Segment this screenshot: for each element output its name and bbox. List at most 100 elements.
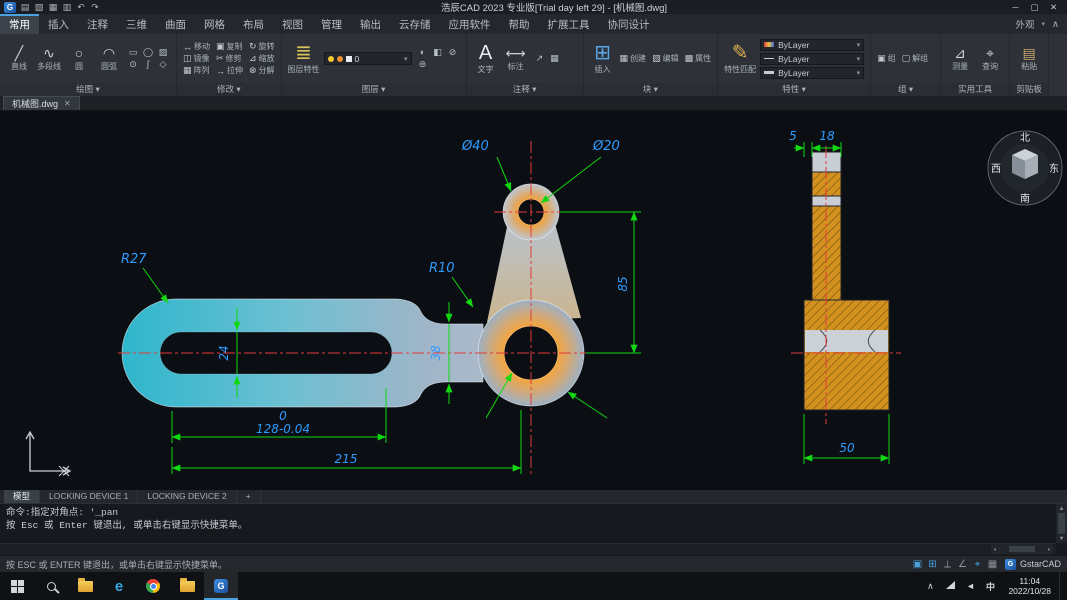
tool-rectangle[interactable]: ▭ — [126, 47, 140, 58]
plot-icon[interactable]: ▥ — [60, 0, 74, 14]
ribbon-tab-11[interactable]: 云存储 — [390, 14, 440, 34]
close-icon[interactable]: ✕ — [64, 99, 71, 108]
maximize-button[interactable]: ▢ — [1025, 0, 1044, 14]
tool-point[interactable]: ⊙ — [126, 59, 140, 70]
tool-table[interactable]: ▦ — [548, 53, 562, 64]
volume-icon[interactable]: ◄ — [960, 581, 980, 591]
tool-layer-match[interactable]: ⊜ — [416, 59, 430, 70]
command-line-window[interactable]: 命令:指定对角点: '_pan 按 Esc 或 Enter 键退出, 或单击右键… — [0, 503, 1067, 555]
document-tab[interactable]: 机械图.dwg ✕ — [3, 96, 80, 110]
command-vertical-scrollbar[interactable]: ▲ ▼ — [1056, 504, 1067, 543]
taskbar-folder[interactable] — [170, 572, 204, 600]
drawing-area[interactable]: 24 38 85 0 128-0.04 215 R27 R10 Ø40 Ø20 … — [0, 111, 1067, 490]
tool-group[interactable]: ▣ 组 — [877, 53, 896, 64]
search-button[interactable] — [34, 572, 68, 600]
compass-west[interactable]: 西 — [991, 164, 1001, 175]
network-icon[interactable] — [940, 581, 960, 591]
command-history[interactable]: 命令:指定对角点: '_pan 按 Esc 或 Enter 键退出, 或单击右键… — [0, 504, 1067, 534]
scroll-up-icon[interactable]: ▲ — [1060, 505, 1064, 512]
new-icon[interactable]: ▤ — [18, 0, 32, 14]
tool-arc[interactable]: ◠ 圆弧 — [96, 45, 122, 72]
property-select-linetype[interactable]: ByLayer ▾ — [760, 52, 865, 65]
polar-icon[interactable]: ∠ — [955, 559, 970, 570]
ribbon-tab-13[interactable]: 帮助 — [500, 14, 539, 34]
tool-copy[interactable]: ▣ 复制 — [216, 41, 243, 52]
tool-inquiry[interactable]: ⌖ 查询 — [977, 45, 1003, 72]
command-horizontal-scrollbar[interactable]: ◂ ▸ — [991, 544, 1053, 554]
tool-layer-properties[interactable]: ≣ 图层特性 — [288, 42, 320, 75]
taskbar-file-explorer[interactable] — [68, 572, 102, 600]
taskbar-edge[interactable]: e — [102, 572, 136, 600]
ribbon-tab-6[interactable]: 网格 — [195, 14, 234, 34]
panel-footer-modify[interactable]: 修改 ▾ — [177, 83, 281, 96]
app-logo[interactable]: G — [4, 1, 16, 13]
ribbon-tab-12[interactable]: 应用软件 — [440, 14, 500, 34]
layout-tab-2[interactable]: LOCKING DEVICE 2 — [138, 490, 237, 503]
tool-explode[interactable]: ⊗ 分解 — [249, 65, 275, 76]
save-icon[interactable]: ▦ — [46, 0, 60, 14]
ribbon-tab-7[interactable]: 布局 — [234, 14, 273, 34]
start-button[interactable] — [0, 572, 34, 600]
scroll-right-icon[interactable]: ▸ — [1047, 546, 1051, 553]
tool-hatch[interactable]: ▨ — [156, 47, 170, 58]
tool-polyline[interactable]: ∿ 多段线 — [36, 45, 62, 72]
tool-leader[interactable]: ↗ — [533, 53, 547, 64]
taskbar-chrome[interactable] — [136, 572, 170, 600]
tool-dimension[interactable]: ⟷ 标注 — [503, 45, 529, 72]
tool-block-attributes[interactable]: ▩ 属性 — [685, 53, 712, 64]
front-view-part[interactable] — [121, 183, 585, 408]
ribbon-tab-14[interactable]: 扩展工具 — [539, 14, 599, 34]
drawing-canvas[interactable]: 24 38 85 0 128-0.04 215 R27 R10 Ø40 Ø20 … — [0, 111, 1067, 490]
taskbar-clock[interactable]: 11:04 2022/10/28 — [1000, 576, 1059, 596]
scrollbar-thumb-h[interactable] — [1009, 546, 1035, 552]
new-layout-tab[interactable]: + — [237, 490, 261, 503]
tool-spline[interactable]: ∫ — [141, 59, 155, 70]
tool-match-properties[interactable]: ✎ 特性匹配 — [724, 42, 756, 75]
ribbon-tab-15[interactable]: 协同设计 — [599, 14, 659, 34]
open-icon[interactable]: ▨ — [32, 0, 46, 14]
tool-measure[interactable]: ⊿ 测量 — [947, 45, 973, 72]
minimize-button[interactable]: ─ — [1006, 0, 1025, 14]
scroll-down-icon[interactable]: ▼ — [1060, 535, 1064, 542]
tool-array[interactable]: ▦ 阵列 — [183, 65, 210, 76]
tool-circle[interactable]: ○ 圆 — [66, 45, 92, 72]
tool-create-block[interactable]: ▦ 创建 — [620, 53, 647, 64]
ribbon-tab-3[interactable]: 注释 — [78, 14, 117, 34]
appearance-menu[interactable]: 外观 — [1016, 17, 1035, 31]
panel-footer-annotate[interactable]: 注释 ▾ — [466, 83, 583, 96]
tool-layer-state[interactable]: ◐ — [416, 47, 430, 58]
ribbon-tab-4[interactable]: 三维 — [117, 14, 156, 34]
model-space-icon[interactable]: ▣ — [910, 559, 925, 570]
compass-south[interactable]: 南 — [1020, 192, 1030, 205]
tool-line[interactable]: ╱ 直线 — [6, 45, 32, 72]
compass-east[interactable]: 东 — [1049, 162, 1059, 175]
tool-paste[interactable]: ▤ 粘贴 — [1016, 45, 1042, 72]
scrollbar-thumb[interactable] — [1058, 513, 1065, 534]
tool-insert[interactable]: ⊞ 插入 — [590, 42, 616, 75]
property-select-lineweight[interactable]: ByLayer ▾ — [760, 66, 865, 79]
tool-stretch[interactable]: → 拉伸 — [216, 65, 243, 76]
panel-footer-block[interactable]: 块 ▾ — [583, 83, 718, 96]
tool-move[interactable]: ↔ 移动 — [183, 41, 210, 52]
tool-edit-block[interactable]: ▧ 编辑 — [652, 53, 679, 64]
scroll-left-icon[interactable]: ◂ — [993, 546, 997, 553]
ribbon-tab-9[interactable]: 管理 — [312, 14, 351, 34]
ribbon-tab-5[interactable]: 曲面 — [156, 14, 195, 34]
tool-rotate[interactable]: ↻ 旋转 — [249, 41, 275, 52]
ribbon-tab-2[interactable]: 插入 — [39, 14, 78, 34]
tool-mirror[interactable]: ◫ 镜像 — [183, 53, 210, 64]
panel-footer-groups[interactable]: 组 ▾ — [871, 83, 941, 96]
compass-north[interactable]: 北 — [1020, 132, 1030, 144]
panel-footer-layers[interactable]: 图层 ▾ — [281, 83, 466, 96]
side-view-part[interactable] — [803, 151, 890, 411]
tool-polygon[interactable]: ◇ — [156, 59, 170, 70]
panel-footer-draw[interactable]: 绘图 ▾ — [0, 83, 176, 96]
layout-tab-model[interactable]: 模型 — [4, 490, 41, 503]
taskbar-gstarcad[interactable]: G — [204, 572, 238, 600]
property-select-color[interactable]: ByLayer ▾ — [760, 38, 865, 51]
view-cube[interactable]: 北 南 西 东 — [987, 130, 1063, 206]
ribbon-tab-8[interactable]: 视图 — [273, 14, 312, 34]
tray-expand-icon[interactable]: ∧ — [920, 581, 940, 592]
ribbon-tab-10[interactable]: 输出 — [351, 14, 390, 34]
layer-dropdown[interactable]: 0 ▾ — [323, 52, 412, 65]
